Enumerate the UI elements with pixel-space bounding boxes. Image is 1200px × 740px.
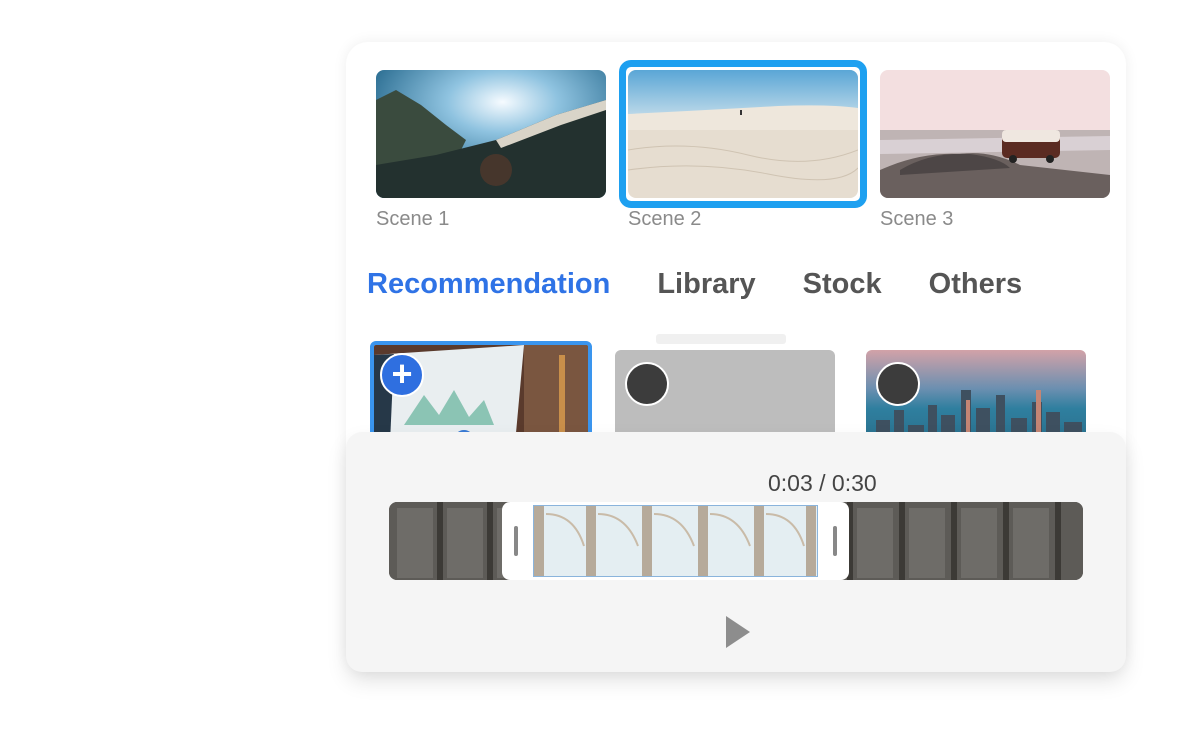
tab-stock[interactable]: Stock — [803, 268, 882, 301]
scene-1-thumbnail[interactable] — [376, 70, 606, 198]
source-tabs: Recommendation Library Stock Others — [367, 268, 1022, 301]
trim-selection[interactable] — [502, 502, 849, 580]
scene-3-label: Scene 3 — [880, 208, 954, 230]
scene-2-label: Scene 2 — [628, 208, 702, 230]
add-media-button[interactable]: + — [380, 353, 424, 397]
select-media-button[interactable] — [625, 362, 669, 406]
desert-dunes-image — [628, 70, 858, 198]
tab-others[interactable]: Others — [929, 268, 1022, 301]
scene-2[interactable]: Scene 2 — [628, 70, 858, 231]
tab-recommendation[interactable]: Recommendation — [367, 268, 610, 301]
video-trimmer-panel: 0:03 / 0:30 — [346, 432, 1126, 672]
trim-handle-right[interactable] — [833, 526, 837, 556]
scene-1[interactable]: Scene 1 — [376, 70, 606, 231]
media-item-shadow — [656, 334, 786, 344]
trim-handle-left[interactable] — [514, 526, 518, 556]
select-media-button[interactable] — [876, 362, 920, 406]
tab-library[interactable]: Library — [657, 268, 755, 301]
scene-3-thumbnail[interactable] — [880, 70, 1110, 198]
selected-clip-frames — [533, 505, 818, 577]
scene-2-thumbnail[interactable] — [628, 70, 858, 198]
play-icon[interactable] — [726, 616, 750, 648]
mountain-sky-image — [376, 70, 606, 198]
playback-time: 0:03 / 0:30 — [768, 470, 877, 496]
scene-1-label: Scene 1 — [376, 208, 450, 230]
selected-frames-image — [534, 506, 817, 576]
scene-3[interactable]: Scene 3 — [880, 70, 1110, 231]
van-on-beach-image — [880, 70, 1110, 198]
